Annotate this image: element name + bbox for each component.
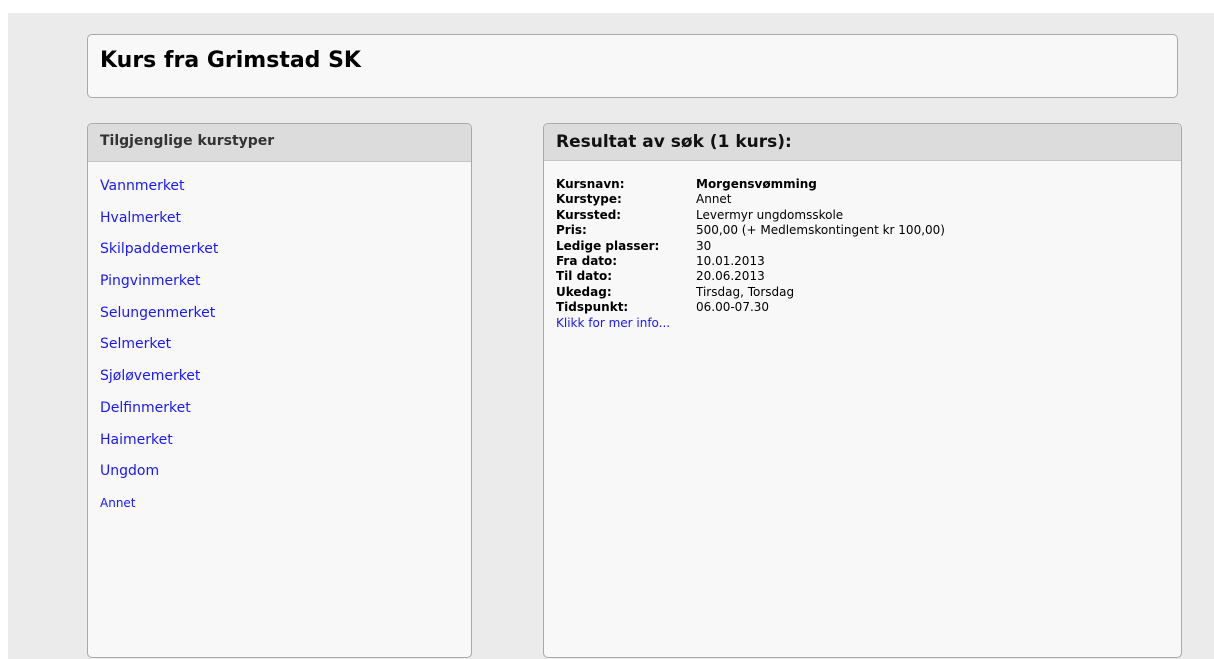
list-item: Delfinmerket [100, 398, 218, 430]
detail-row-time: Tidspunkt: 06.00-07.30 [556, 300, 945, 315]
page-title: Kurs fra Grimstad SK [100, 48, 361, 73]
course-type-link-haimerket[interactable]: Haimerket [100, 432, 173, 448]
detail-label: Pris: [556, 223, 587, 238]
course-types-title: Tilgjenglige kurstyper [100, 133, 275, 149]
detail-value: Tirsdag, Torsdag [696, 284, 795, 299]
search-results-title: Resultat av søk (1 kurs): [556, 132, 792, 152]
course-type-link-vannmerket[interactable]: Vannmerket [100, 178, 185, 194]
detail-value: Morgensvømming [696, 177, 817, 191]
detail-value: Annet [696, 192, 732, 207]
list-item: Hvalmerket [100, 208, 218, 240]
detail-label: Til dato: [556, 269, 613, 284]
more-info-link[interactable]: Klikk for mer info... [556, 316, 670, 330]
course-type-link-hvalmerket[interactable]: Hvalmerket [100, 210, 181, 226]
detail-row-course-type: Kurstype: Annet [556, 192, 945, 207]
detail-value: 10.01.2013 [696, 254, 765, 269]
course-types-header: Tilgjenglige kurstyper [88, 124, 471, 162]
detail-row-to-date: Til dato: 20.06.2013 [556, 269, 945, 284]
detail-value: Levermyr ungdomsskole [696, 207, 844, 222]
course-type-link-pingvinmerket[interactable]: Pingvinmerket [100, 273, 201, 289]
search-results-panel: Resultat av søk (1 kurs): Kursnavn: Morg… [543, 123, 1182, 658]
detail-value: 30 [696, 238, 712, 253]
list-item: Selungenmerket [100, 303, 218, 335]
list-item: Annet [100, 493, 218, 525]
detail-row-weekday: Ukedag: Tirsdag, Torsdag [556, 285, 945, 300]
list-item: Skilpaddemerket [100, 239, 218, 271]
detail-row-course-name: Kursnavn: Morgensvømming [556, 177, 945, 192]
detail-row-available-spots: Ledige plasser: 30 [556, 239, 945, 254]
detail-label: Kursnavn: [556, 177, 625, 191]
list-item: Vannmerket [100, 176, 218, 208]
header-box: Kurs fra Grimstad SK [87, 34, 1178, 98]
detail-label: Tidspunkt: [556, 300, 629, 315]
course-details: Kursnavn: Morgensvømming Kurstype: Annet… [556, 177, 945, 331]
course-type-link-ungdom[interactable]: Ungdom [100, 463, 159, 479]
course-type-link-selmerket[interactable]: Selmerket [100, 336, 171, 352]
detail-value: 06.00-07.30 [696, 300, 770, 315]
course-type-link-annet[interactable]: Annet [100, 496, 136, 510]
course-type-link-delfinmerket[interactable]: Delfinmerket [100, 400, 191, 416]
detail-row-location: Kurssted: Levermyr ungdomsskole [556, 208, 945, 223]
detail-value: 20.06.2013 [696, 269, 765, 284]
detail-label: Ledige plasser: [556, 238, 660, 253]
course-type-list: Vannmerket Hvalmerket Skilpaddemerket Pi… [100, 176, 218, 525]
search-results-header: Resultat av søk (1 kurs): [544, 124, 1181, 161]
detail-label: Kurssted: [556, 207, 622, 222]
course-type-link-skilpaddemerket[interactable]: Skilpaddemerket [100, 241, 218, 257]
detail-label: Ukedag: [556, 284, 612, 299]
list-item: Pingvinmerket [100, 271, 218, 303]
detail-value: 500,00 (+ Medlemskontingent kr 100,00) [696, 223, 945, 238]
detail-label: Kurstype: [556, 192, 622, 207]
list-item: Ungdom [100, 461, 218, 493]
course-type-link-sjolovemerket[interactable]: Sjøløvemerket [100, 368, 200, 384]
list-item: Haimerket [100, 430, 218, 462]
course-types-panel: Tilgjenglige kurstyper Vannmerket Hvalme… [87, 123, 472, 658]
course-type-link-selungenmerket[interactable]: Selungenmerket [100, 305, 215, 321]
list-item: Sjøløvemerket [100, 366, 218, 398]
detail-label: Fra dato: [556, 254, 618, 269]
detail-row-from-date: Fra dato: 10.01.2013 [556, 254, 945, 269]
list-item: Selmerket [100, 334, 218, 366]
detail-row-price: Pris: 500,00 (+ Medlemskontingent kr 100… [556, 223, 945, 238]
